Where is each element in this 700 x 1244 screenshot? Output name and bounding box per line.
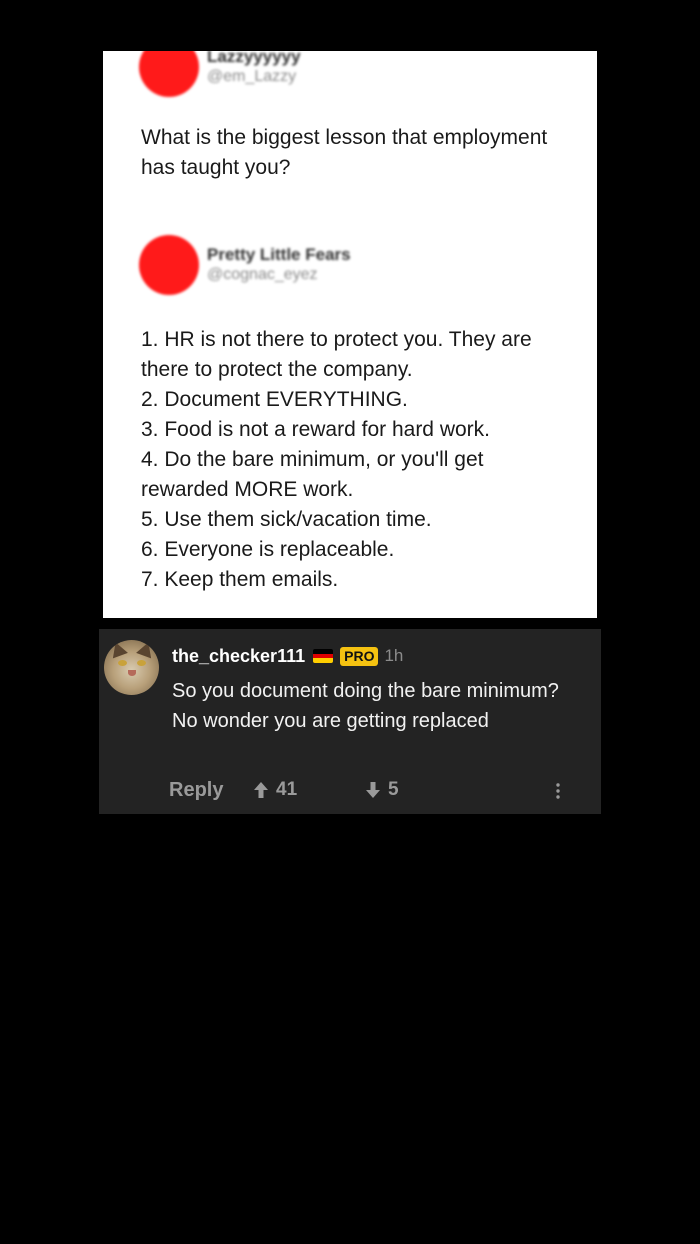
lesson-item: 4. Do the bare minimum, or you'll get re… bbox=[141, 448, 484, 501]
arrow-down-icon bbox=[366, 782, 380, 798]
tweet-question: What is the biggest lesson that employme… bbox=[141, 126, 548, 179]
lesson-item: 6. Everyone is replaceable. bbox=[141, 538, 395, 561]
tweet-author-header: Lazzyyyyyy @em_Lazzy bbox=[139, 51, 301, 97]
reply-author-header: Pretty Little Fears @cognac_eyez bbox=[139, 235, 351, 295]
comment-timestamp: 1h bbox=[384, 646, 404, 665]
lesson-item: 2. Document EVERYTHING. bbox=[141, 388, 408, 411]
author-display-name: Lazzyyyyyy bbox=[207, 51, 301, 66]
cat-avatar[interactable] bbox=[104, 640, 159, 695]
lesson-item: 7. Keep them emails. bbox=[141, 568, 339, 591]
tweet-screenshot: Lazzyyyyyy @em_Lazzy What is the biggest… bbox=[103, 51, 597, 618]
redacted-avatar bbox=[139, 51, 199, 97]
lesson-item: 5. Use them sick/vacation time. bbox=[141, 508, 432, 531]
comment-username[interactable]: the_checker111 bbox=[172, 646, 305, 667]
lesson-item: 1. HR is not there to protect you. They … bbox=[141, 328, 532, 381]
more-options-button[interactable] bbox=[551, 781, 565, 801]
tweet-reply-list: 1. HR is not there to protect you. They … bbox=[141, 325, 567, 595]
reply-author-display-name: Pretty Little Fears bbox=[207, 245, 351, 264]
reply-author-handle: @cognac_eyez bbox=[207, 266, 318, 283]
comment-actions: Reply 41 5 bbox=[169, 779, 601, 803]
comment-card: the_checker111 PRO 1h So you document do… bbox=[99, 629, 601, 814]
reply-button[interactable]: Reply bbox=[169, 779, 223, 802]
upvote-button[interactable]: 41 bbox=[253, 779, 297, 801]
comment-text: So you document doing the bare minimum? … bbox=[172, 680, 559, 732]
author-handle: @em_Lazzy bbox=[207, 68, 297, 85]
upvote-count: 41 bbox=[276, 779, 298, 800]
author-identity: Lazzyyyyyy @em_Lazzy bbox=[207, 51, 301, 87]
vertical-dots-icon bbox=[556, 783, 560, 799]
comment-meta: the_checker111 PRO 1h bbox=[172, 645, 403, 667]
pro-badge: PRO bbox=[340, 646, 379, 666]
reply-author-identity: Pretty Little Fears @cognac_eyez bbox=[207, 245, 351, 285]
arrow-up-icon bbox=[254, 782, 268, 798]
germany-flag-icon bbox=[313, 649, 334, 663]
redacted-avatar bbox=[139, 235, 199, 295]
downvote-button[interactable]: 5 bbox=[365, 779, 399, 801]
downvote-count: 5 bbox=[388, 779, 399, 800]
lesson-item: 3. Food is not a reward for hard work. bbox=[141, 418, 490, 441]
